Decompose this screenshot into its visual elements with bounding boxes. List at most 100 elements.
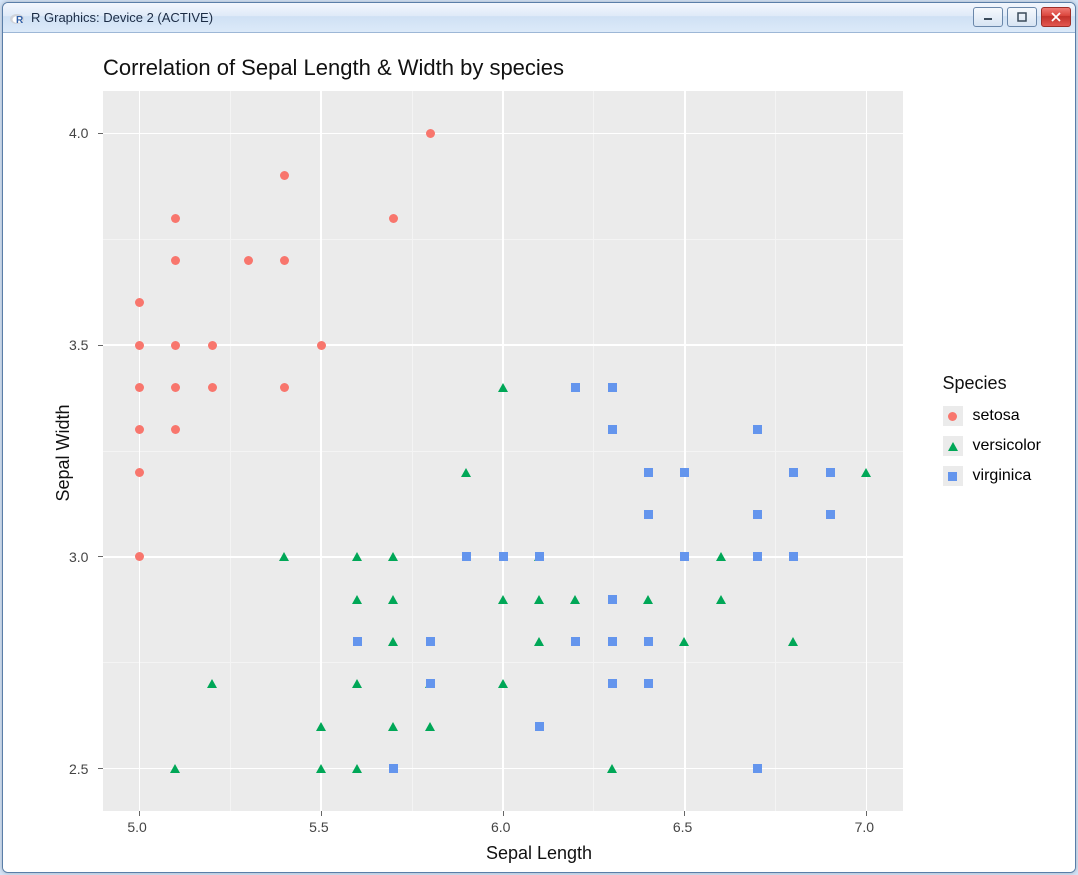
legend-swatch-setosa [943,406,963,426]
data-point-setosa [171,341,180,350]
data-point-virginica [535,552,544,561]
legend-item-setosa: setosa [943,406,1041,426]
data-point-setosa [135,341,144,350]
x-axis-label: Sepal Length [486,843,592,864]
data-point-versicolor [643,595,653,604]
data-point-versicolor [316,722,326,731]
y-tick-label: 3.5 [69,337,88,353]
data-point-virginica [608,637,617,646]
data-point-versicolor [498,595,508,604]
data-point-versicolor [607,764,617,773]
x-tick-label: 5.0 [127,819,146,835]
data-point-setosa [171,383,180,392]
data-point-virginica [608,595,617,604]
data-point-virginica [608,425,617,434]
close-button[interactable] [1041,7,1071,27]
data-point-setosa [135,468,144,477]
data-point-virginica [753,552,762,561]
data-point-setosa [135,552,144,561]
data-point-virginica [644,510,653,519]
data-point-virginica [608,383,617,392]
data-point-versicolor [388,552,398,561]
svg-text:R: R [16,15,24,26]
legend-label: setosa [973,407,1020,425]
data-point-versicolor [352,552,362,561]
y-tick-label: 2.5 [69,761,88,777]
y-axis-label: Sepal Width [53,404,74,501]
data-point-virginica [426,679,435,688]
data-point-versicolor [461,468,471,477]
x-tick-label: 6.5 [673,819,692,835]
data-point-versicolor [861,468,871,477]
data-point-versicolor [534,637,544,646]
data-point-versicolor [716,595,726,604]
data-point-virginica [644,468,653,477]
data-point-virginica [753,510,762,519]
data-point-virginica [789,552,798,561]
data-point-virginica [753,764,762,773]
data-point-setosa [280,256,289,265]
data-point-versicolor [207,679,217,688]
y-tick-label: 4.0 [69,125,88,141]
data-point-virginica [644,637,653,646]
data-point-virginica [753,425,762,434]
data-point-virginica [571,383,580,392]
data-point-versicolor [388,595,398,604]
legend-label: virginica [973,467,1032,485]
data-point-setosa [426,129,435,138]
y-tick-label: 3.0 [69,549,88,565]
data-point-setosa [135,383,144,392]
data-point-virginica [608,679,617,688]
chart-title: Correlation of Sepal Length & Width by s… [103,55,564,81]
legend-label: versicolor [973,437,1041,455]
data-point-setosa [135,425,144,434]
data-point-versicolor [788,637,798,646]
x-tick-label: 7.0 [855,819,874,835]
x-tick-label: 6.0 [491,819,510,835]
data-point-versicolor [498,383,508,392]
data-point-virginica [680,552,689,561]
data-point-versicolor [316,764,326,773]
data-point-setosa [171,256,180,265]
r-graphics-window: R R Graphics: Device 2 (ACTIVE) Correlat… [2,2,1076,873]
r-app-icon: R [9,10,25,26]
data-point-versicolor [570,595,580,604]
data-point-setosa [317,341,326,350]
data-point-setosa [280,383,289,392]
legend-item-versicolor: versicolor [943,436,1041,456]
data-point-virginica [571,637,580,646]
data-point-versicolor [352,679,362,688]
data-point-versicolor [352,595,362,604]
data-point-setosa [135,298,144,307]
data-point-versicolor [352,764,362,773]
data-point-setosa [389,214,398,223]
legend-swatch-versicolor [943,436,963,456]
data-point-virginica [389,764,398,773]
data-point-versicolor [388,722,398,731]
plot-area: Correlation of Sepal Length & Width by s… [3,33,1075,872]
titlebar[interactable]: R R Graphics: Device 2 (ACTIVE) [3,3,1075,33]
data-point-virginica [499,552,508,561]
data-point-versicolor [170,764,180,773]
x-tick-label: 5.5 [309,819,328,835]
maximize-button[interactable] [1007,7,1037,27]
data-point-virginica [826,468,835,477]
minimize-button[interactable] [973,7,1003,27]
data-point-versicolor [498,679,508,688]
data-point-virginica [644,679,653,688]
data-point-virginica [680,468,689,477]
data-point-virginica [426,637,435,646]
data-point-versicolor [679,637,689,646]
data-point-versicolor [425,722,435,731]
data-point-setosa [171,425,180,434]
legend-title: Species [943,373,1041,394]
data-point-versicolor [388,637,398,646]
data-point-setosa [208,383,217,392]
window-title: R Graphics: Device 2 (ACTIVE) [31,10,213,25]
data-point-virginica [535,722,544,731]
data-point-setosa [280,171,289,180]
data-point-setosa [208,341,217,350]
data-point-versicolor [716,552,726,561]
data-point-setosa [171,214,180,223]
data-point-virginica [789,468,798,477]
